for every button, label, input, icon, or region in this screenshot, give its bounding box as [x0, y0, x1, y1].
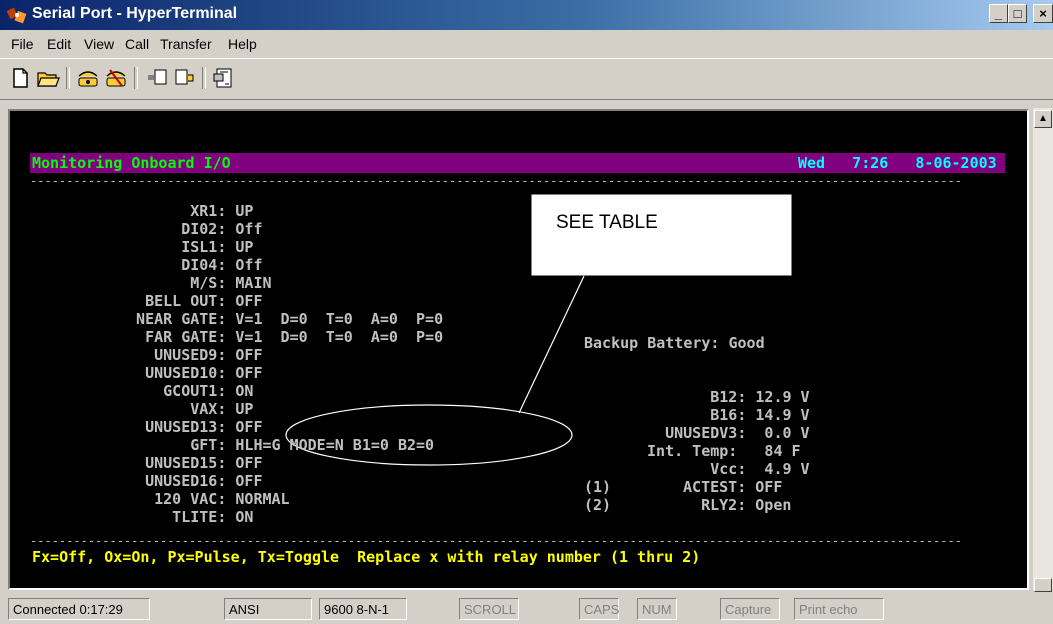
open-icon[interactable]	[36, 66, 60, 90]
analog-reading-row: Int. Temp: 84 F	[638, 442, 801, 460]
terminal-separator: ----------------------------------------…	[30, 174, 962, 188]
terminal-header-title: Monitoring Onboard I/O	[32, 154, 231, 172]
callout-box	[530, 193, 793, 277]
minimize-button[interactable]: _	[989, 4, 1008, 23]
io-status-row: M/S: MAIN	[118, 274, 272, 292]
io-status-row: ISL1: UP	[118, 238, 254, 256]
io-status-row: BELL OUT: OFF	[118, 292, 263, 310]
status-print-echo: Print echo	[794, 598, 884, 620]
menu-help[interactable]: Help	[228, 36, 257, 52]
close-button[interactable]: ×	[1033, 4, 1053, 23]
status-scroll: SCROLL	[459, 598, 519, 620]
io-status-row: UNUSED10: OFF	[118, 364, 263, 382]
relay-status: RLY2: Open	[674, 496, 792, 514]
new-icon[interactable]	[8, 66, 32, 90]
maximize-button[interactable]: □	[1008, 4, 1027, 23]
relay-number: (1)	[584, 478, 612, 496]
status-settings: 9600 8-N-1	[319, 598, 407, 620]
menu-call[interactable]: Call	[125, 36, 149, 52]
scroll-up-icon[interactable]: ▲	[1034, 110, 1052, 128]
status-capture: Capture	[720, 598, 780, 620]
connect-icon[interactable]	[76, 66, 100, 90]
status-emulation: ANSI	[224, 598, 312, 620]
backup-battery-status: Backup Battery: Good	[584, 334, 765, 352]
vertical-scrollbar[interactable]	[1033, 108, 1053, 590]
analog-reading-row: B16: 14.9 V	[638, 406, 810, 424]
relay-number: (2)	[584, 496, 612, 514]
menu-file[interactable]: File	[11, 36, 34, 52]
status-bar: Connected 0:17:29 ANSI 9600 8-N-1 SCROLL…	[0, 594, 1053, 624]
relay-command-help: Fx=Off, Ox=On, Px=Pulse, Tx=Toggle Repla…	[32, 548, 701, 566]
gft-highlight-ellipse	[285, 404, 573, 466]
callout-pointer	[518, 275, 585, 414]
properties-icon[interactable]	[212, 66, 236, 90]
toolbar	[0, 58, 1053, 100]
window-title: Serial Port - HyperTerminal	[32, 5, 238, 22]
io-status-row: DI02: Off	[118, 220, 263, 238]
disconnect-icon[interactable]	[104, 66, 128, 90]
toolbar-separator	[66, 67, 70, 89]
io-status-row: VAX: UP	[118, 400, 254, 418]
menu-edit[interactable]: Edit	[47, 36, 71, 52]
status-caps: CAPS	[579, 598, 619, 620]
menu-transfer[interactable]: Transfer	[160, 36, 212, 52]
io-status-row: GCOUT1: ON	[118, 382, 254, 400]
relay-status: ACTEST: OFF	[674, 478, 783, 496]
callout-label: SEE TABLE	[556, 212, 658, 233]
terminal-header-datetime: Wed 7:26 8-06-2003	[798, 154, 997, 172]
io-status-row: UNUSED13: OFF	[118, 418, 263, 436]
analog-reading-row: B12: 12.9 V	[638, 388, 810, 406]
menu-view[interactable]: View	[84, 36, 114, 52]
io-status-row: UNUSED9: OFF	[118, 346, 263, 364]
menu-bar: File Edit View Call Transfer Help	[0, 31, 1053, 55]
send-icon[interactable]	[146, 66, 170, 90]
io-status-row: NEAR GATE: V=1 D=0 T=0 A=0 P=0	[118, 310, 444, 328]
title-bar: Serial Port - HyperTerminal _ □ ×	[0, 0, 1053, 30]
io-status-row: TLITE: ON	[118, 508, 254, 526]
analog-reading-row: UNUSEDV3: 0.0 V	[638, 424, 810, 442]
terminal-screen[interactable]: Monitoring Onboard I/O Wed 7:26 8-06-2003…	[24, 148, 1024, 574]
status-num: NUM	[637, 598, 677, 620]
io-status-row: UNUSED15: OFF	[118, 454, 263, 472]
hyperterminal-icon	[7, 7, 27, 24]
io-status-row: DI04: Off	[118, 256, 263, 274]
io-status-row: FAR GATE: V=1 D=0 T=0 A=0 P=0	[118, 328, 444, 346]
io-status-row: GFT: HLH=G MODE=N B1=0 B2=0	[118, 436, 435, 454]
receive-icon[interactable]	[172, 66, 196, 90]
analog-reading-row: Vcc: 4.9 V	[638, 460, 810, 478]
scroll-thumb[interactable]	[1034, 578, 1052, 592]
io-status-row: XR1: UP	[118, 202, 254, 220]
status-connected: Connected 0:17:29	[8, 598, 150, 620]
toolbar-separator	[134, 67, 138, 89]
io-status-row: UNUSED16: OFF	[118, 472, 263, 490]
toolbar-separator	[202, 67, 206, 89]
io-status-row: 120 VAC: NORMAL	[118, 490, 290, 508]
